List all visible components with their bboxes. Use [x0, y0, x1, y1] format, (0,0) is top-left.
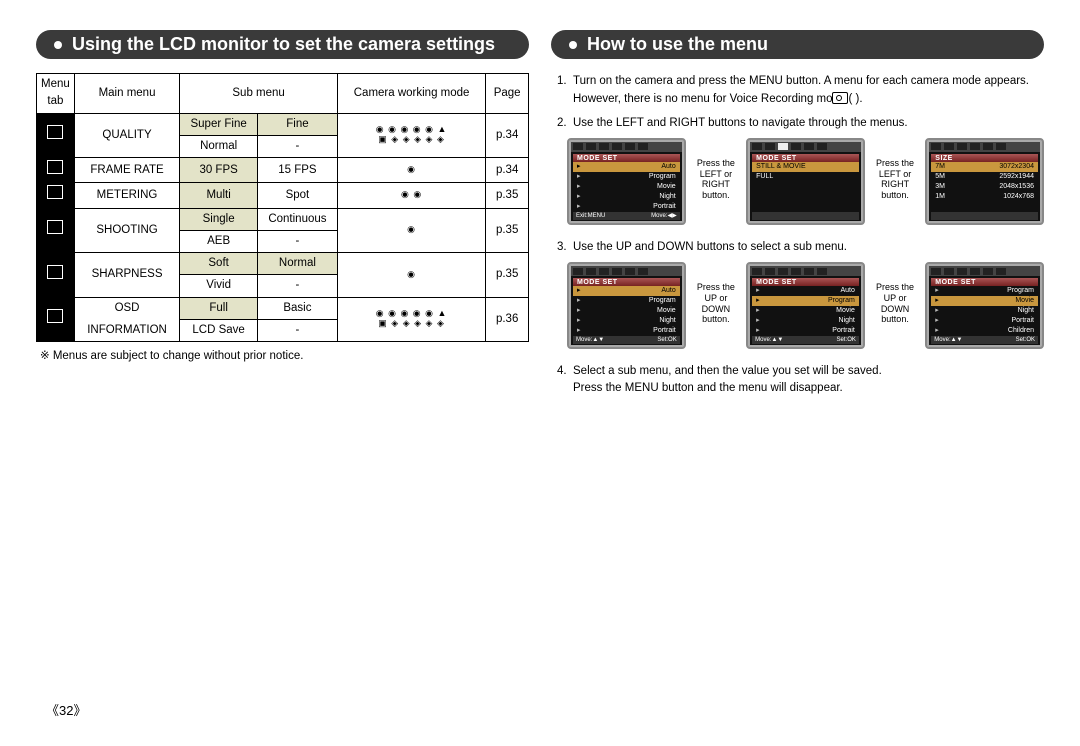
- osd-dash: -: [257, 319, 337, 341]
- step-4-num: 4.: [557, 363, 573, 398]
- framerate-modes: ◉: [337, 158, 485, 183]
- shooting-aeb: AEB: [180, 230, 258, 252]
- lcd-header: MODE SET: [752, 278, 859, 286]
- metering-multi: Multi: [180, 183, 258, 208]
- lcd-modeset-2: MODE SET ▸Auto ▸Program ▸Movie ▸Night ▸P…: [567, 262, 686, 349]
- section-title-right: How to use the menu: [551, 30, 1044, 59]
- step-3-num: 3.: [557, 239, 573, 256]
- sharpness-label: SHARPNESS: [74, 253, 180, 298]
- osd-lcdsave: LCD Save: [180, 319, 258, 341]
- quality-dash: -: [257, 135, 337, 157]
- osd-label-2: INFORMATION: [74, 319, 180, 341]
- th-submenu: Sub menu: [180, 74, 338, 114]
- sharpness-dash: -: [257, 275, 337, 297]
- metering-icon: [37, 183, 75, 208]
- th-mainmenu: Main menu: [74, 74, 180, 114]
- quality-label: QUALITY: [74, 113, 180, 158]
- quality-fine: Fine: [257, 113, 337, 135]
- sharpness-modes: ◉: [337, 253, 485, 298]
- shooting-icon: [37, 208, 75, 253]
- sharpness-vivid: Vivid: [180, 275, 258, 297]
- shooting-label: SHOOTING: [74, 208, 180, 253]
- th-mode: Camera working mode: [337, 74, 485, 114]
- quality-modes: ◉ ◉ ◉ ◉ ◉ ▲▣ ◈ ◈ ◈ ◈ ◈: [337, 113, 485, 158]
- framerate-15: 15 FPS: [257, 158, 337, 183]
- shooting-modes: ◉: [337, 208, 485, 253]
- quality-icon: [37, 113, 75, 158]
- osd-page: p.36: [486, 297, 529, 342]
- lcd-stillmovie: MODE SET STILL & MOVIE FULL: [746, 138, 865, 225]
- osd-label-1: OSD: [74, 297, 180, 319]
- step-4-text-b: Press the MENU button and the menu will …: [573, 382, 843, 394]
- shooting-single: Single: [180, 208, 258, 230]
- quality-page: p.34: [486, 113, 529, 158]
- osd-basic: Basic: [257, 297, 337, 319]
- step-2-num: 2.: [557, 115, 573, 132]
- lcd-modeset-1: MODE SET ▸Auto ▸Program ▸Movie ▸Night ▸P…: [567, 138, 686, 225]
- lcd-header: SIZE: [931, 154, 1038, 162]
- osd-full: Full: [180, 297, 258, 319]
- th-page: Page: [486, 74, 529, 114]
- lcd-header: MODE SET: [931, 278, 1038, 286]
- lcd-size: SIZE 7M3072x2304 5M2592x1944 3M2048x1536…: [925, 138, 1044, 225]
- menus-note: ※ Menus are subject to change without pr…: [40, 348, 529, 362]
- step-1-text: Turn on the camera and press the MENU bu…: [573, 75, 1029, 105]
- sharpness-soft: Soft: [180, 253, 258, 275]
- lcd-children: MODE SET ▸Program ▸Movie ▸Night ▸Portrai…: [925, 262, 1044, 349]
- shooting-cont: Continuous: [257, 208, 337, 230]
- voice-record-icon: [832, 92, 848, 104]
- osd-modes: ◉ ◉ ◉ ◉ ◉ ▲▣ ◈ ◈ ◈ ◈ ◈: [337, 297, 485, 342]
- caption-ud-2: Press the UP or DOWN button.: [875, 262, 915, 325]
- sharpness-page: p.35: [486, 253, 529, 298]
- lcd-header: MODE SET: [573, 154, 680, 162]
- step-1-num: 1.: [557, 73, 573, 109]
- metering-label: METERING: [74, 183, 180, 208]
- metering-spot: Spot: [257, 183, 337, 208]
- lcd-modeset-3: MODE SET ▸Auto ▸Program ▸Movie ▸Night ▸P…: [746, 262, 865, 349]
- framerate-icon: [37, 158, 75, 183]
- section-title-left: Using the LCD monitor to set the camera …: [36, 30, 529, 59]
- caption-lr-1: Press the LEFT or RIGHT button.: [696, 138, 736, 201]
- camera-settings-table: Menu tab Main menu Sub menu Camera worki…: [36, 73, 529, 342]
- shooting-page: p.35: [486, 208, 529, 253]
- sharpness-icon: [37, 253, 75, 298]
- metering-page: p.35: [486, 183, 529, 208]
- shooting-dash: -: [257, 230, 337, 252]
- metering-modes: ◉ ◉: [337, 183, 485, 208]
- lcd-header: MODE SET: [752, 154, 859, 162]
- framerate-30: 30 FPS: [180, 158, 258, 183]
- step-3-text: Use the UP and DOWN buttons to select a …: [573, 239, 847, 256]
- framerate-page: p.34: [486, 158, 529, 183]
- page-number: 《32》: [46, 700, 86, 719]
- osd-icon: [37, 297, 75, 342]
- framerate-label: FRAME RATE: [74, 158, 180, 183]
- step-4-text-a: Select a sub menu, and then the value yo…: [573, 365, 882, 377]
- lcd-header: MODE SET: [573, 278, 680, 286]
- quality-normal: Normal: [180, 135, 258, 157]
- caption-lr-2: Press the LEFT or RIGHT button.: [875, 138, 915, 201]
- quality-superfine: Super Fine: [180, 113, 258, 135]
- th-menutab: Menu tab: [37, 74, 75, 114]
- step-2-text: Use the LEFT and RIGHT buttons to naviga…: [573, 115, 908, 132]
- sharpness-normal: Normal: [257, 253, 337, 275]
- caption-ud-1: Press the UP or DOWN button.: [696, 262, 736, 325]
